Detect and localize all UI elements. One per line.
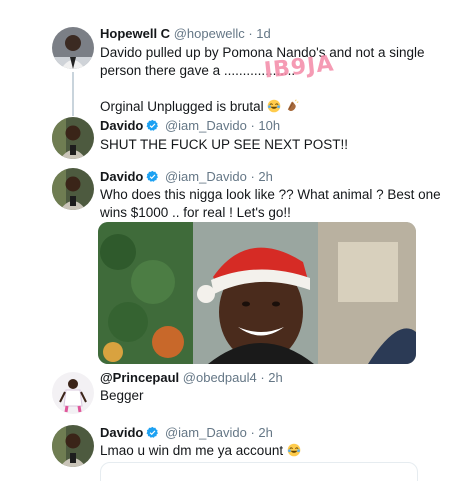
tweet-header: Davido @iam_Davido · 2h [100, 169, 273, 184]
tweet-media-photo[interactable] [98, 222, 416, 364]
display-name[interactable]: Hopewell C [100, 26, 170, 41]
joy-emoji-icon [287, 443, 301, 457]
santa-hat-photo-image [98, 222, 416, 364]
avatar-hopewell-image [52, 27, 94, 69]
user-handle[interactable]: @iam_Davido [165, 425, 247, 440]
verified-badge-icon [146, 426, 159, 438]
display-name[interactable]: Davido [100, 169, 143, 184]
tweet-header: @Princepaul @obedpaul4 · 2h [100, 370, 283, 385]
tweet-line: SHUT THE FUCK UP SEE NEXT POST!! [100, 137, 349, 152]
quoted-content-box[interactable] [100, 462, 418, 481]
avatar-princepaul-image [52, 372, 94, 414]
tweet-line-text: Orginal Unplugged is brutal [100, 99, 264, 114]
verified-badge-icon [146, 170, 159, 182]
tweet-line: Orginal Unplugged is brutal [100, 98, 425, 116]
tweet-line: wins $1000 .. for real ! Let's go!! [100, 205, 291, 220]
avatar-davido-image [52, 425, 94, 467]
tweet-line: Who does this nigga look like ?? What an… [100, 187, 441, 202]
display-name[interactable]: Davido [100, 425, 143, 440]
avatar-davido[interactable] [52, 117, 94, 159]
tweet-text: Davido pulled up by Pomona Nando's and n… [100, 44, 425, 116]
timestamp[interactable]: · 2h [250, 169, 272, 184]
display-name[interactable]: @Princepaul [100, 370, 179, 385]
avatar-hopewell[interactable] [52, 27, 94, 69]
timestamp[interactable]: · 2h [260, 370, 282, 385]
avatar-davido[interactable] [52, 168, 94, 210]
user-handle[interactable]: @iam_Davido [165, 169, 247, 184]
tweet-text: Who does this nigga look like ?? What an… [100, 186, 441, 222]
tweet-text: SHUT THE FUCK UP SEE NEXT POST!! [100, 136, 348, 154]
clap-emoji-icon [287, 99, 299, 112]
user-handle[interactable]: @iam_Davido [165, 118, 247, 133]
avatar-davido-image [52, 117, 94, 159]
verified-badge-icon [146, 119, 159, 131]
avatar-davido-image [52, 168, 94, 210]
avatar-princepaul[interactable] [52, 372, 94, 414]
user-handle[interactable]: @obedpaul4 [183, 370, 257, 385]
tweet-line: Begger [100, 388, 144, 403]
tweet-line: person there gave a ................... [100, 63, 296, 78]
timestamp[interactable]: · 2h [250, 425, 272, 440]
timestamp[interactable]: · 10h [250, 118, 280, 133]
tweet-line-text: Lmao u win dm me ya account [100, 443, 284, 458]
tweet-header: Davido @iam_Davido · 2h [100, 425, 273, 440]
joy-emoji-icon [268, 99, 281, 113]
tweet-line [100, 80, 425, 98]
user-handle[interactable]: @hopewellc [174, 26, 245, 41]
tweet-header: Davido @iam_Davido · 10h [100, 118, 280, 133]
timestamp[interactable]: · 1d [248, 26, 270, 41]
avatar-davido[interactable] [52, 425, 94, 467]
tweet-line: Lmao u win dm me ya account [100, 442, 301, 460]
tweet-text: Lmao u win dm me ya account [100, 442, 301, 460]
display-name[interactable]: Davido [100, 118, 143, 133]
tweet-header: Hopewell C @hopewellc · 1d [100, 26, 271, 41]
thread-connector-line [72, 72, 74, 116]
tweet-text: Begger [100, 387, 144, 405]
